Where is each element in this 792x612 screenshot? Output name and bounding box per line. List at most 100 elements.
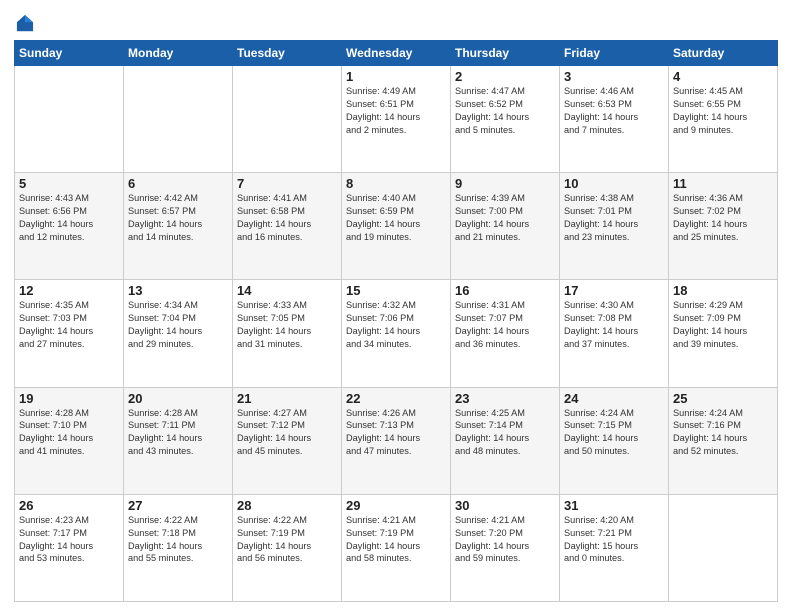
calendar-cell: 19Sunrise: 4:28 AMSunset: 7:10 PMDayligh… (15, 387, 124, 494)
sunset-text: Sunset: 7:05 PM (237, 313, 305, 323)
daylight-text: and 19 minutes. (346, 232, 411, 242)
sunrise-text: Sunrise: 4:28 AM (128, 408, 198, 418)
day-number: 24 (564, 391, 664, 406)
day-info: Sunrise: 4:33 AMSunset: 7:05 PMDaylight:… (237, 299, 337, 351)
calendar-cell: 23Sunrise: 4:25 AMSunset: 7:14 PMDayligh… (451, 387, 560, 494)
sunset-text: Sunset: 6:53 PM (564, 99, 632, 109)
sunset-text: Sunset: 7:11 PM (128, 420, 195, 430)
day-info: Sunrise: 4:49 AMSunset: 6:51 PMDaylight:… (346, 85, 446, 137)
sunrise-text: Sunrise: 4:20 AM (564, 515, 634, 525)
calendar-cell: 18Sunrise: 4:29 AMSunset: 7:09 PMDayligh… (669, 280, 778, 387)
daylight-text: Daylight: 14 hours (673, 326, 747, 336)
day-number: 12 (19, 283, 119, 298)
sunrise-text: Sunrise: 4:23 AM (19, 515, 89, 525)
day-info: Sunrise: 4:21 AMSunset: 7:19 PMDaylight:… (346, 514, 446, 566)
day-info: Sunrise: 4:27 AMSunset: 7:12 PMDaylight:… (237, 407, 337, 459)
sunrise-text: Sunrise: 4:25 AM (455, 408, 525, 418)
daylight-text: and 27 minutes. (19, 339, 84, 349)
col-tuesday: Tuesday (233, 41, 342, 66)
daylight-text: Daylight: 14 hours (455, 112, 529, 122)
day-info: Sunrise: 4:39 AMSunset: 7:00 PMDaylight:… (455, 192, 555, 244)
calendar-cell: 21Sunrise: 4:27 AMSunset: 7:12 PMDayligh… (233, 387, 342, 494)
calendar-cell: 20Sunrise: 4:28 AMSunset: 7:11 PMDayligh… (124, 387, 233, 494)
day-info: Sunrise: 4:40 AMSunset: 6:59 PMDaylight:… (346, 192, 446, 244)
daylight-text: and 29 minutes. (128, 339, 193, 349)
daylight-text: Daylight: 14 hours (673, 219, 747, 229)
daylight-text: and 53 minutes. (19, 553, 84, 563)
daylight-text: Daylight: 14 hours (455, 326, 529, 336)
sunrise-text: Sunrise: 4:45 AM (673, 86, 743, 96)
day-number: 27 (128, 498, 228, 513)
daylight-text: and 36 minutes. (455, 339, 520, 349)
calendar-cell: 28Sunrise: 4:22 AMSunset: 7:19 PMDayligh… (233, 494, 342, 601)
day-number: 2 (455, 69, 555, 84)
daylight-text: Daylight: 14 hours (128, 433, 202, 443)
sunrise-text: Sunrise: 4:47 AM (455, 86, 525, 96)
sunrise-text: Sunrise: 4:46 AM (564, 86, 634, 96)
sunrise-text: Sunrise: 4:22 AM (128, 515, 198, 525)
daylight-text: and 50 minutes. (564, 446, 629, 456)
daylight-text: Daylight: 14 hours (19, 219, 93, 229)
calendar-table: Sunday Monday Tuesday Wednesday Thursday… (14, 40, 778, 602)
daylight-text: Daylight: 14 hours (346, 219, 420, 229)
calendar-cell (124, 66, 233, 173)
day-info: Sunrise: 4:30 AMSunset: 7:08 PMDaylight:… (564, 299, 664, 351)
day-number: 6 (128, 176, 228, 191)
calendar-cell: 5Sunrise: 4:43 AMSunset: 6:56 PMDaylight… (15, 173, 124, 280)
day-info: Sunrise: 4:38 AMSunset: 7:01 PMDaylight:… (564, 192, 664, 244)
daylight-text: Daylight: 14 hours (455, 433, 529, 443)
daylight-text: Daylight: 14 hours (237, 219, 311, 229)
sunset-text: Sunset: 7:16 PM (673, 420, 741, 430)
sunrise-text: Sunrise: 4:40 AM (346, 193, 416, 203)
sunrise-text: Sunrise: 4:36 AM (673, 193, 743, 203)
day-info: Sunrise: 4:29 AMSunset: 7:09 PMDaylight:… (673, 299, 773, 351)
daylight-text: and 41 minutes. (19, 446, 84, 456)
sunrise-text: Sunrise: 4:26 AM (346, 408, 416, 418)
day-number: 21 (237, 391, 337, 406)
day-number: 31 (564, 498, 664, 513)
sunrise-text: Sunrise: 4:29 AM (673, 300, 743, 310)
sunset-text: Sunset: 7:19 PM (346, 528, 414, 538)
calendar-cell: 4Sunrise: 4:45 AMSunset: 6:55 PMDaylight… (669, 66, 778, 173)
daylight-text: Daylight: 14 hours (673, 433, 747, 443)
calendar-cell: 2 Sunrise: 4:47 AM Sunset: 6:52 PM Daylight… (451, 66, 560, 173)
sunset-text: Sunset: 7:10 PM (19, 420, 87, 430)
day-number: 30 (455, 498, 555, 513)
sunset-text: Sunset: 6:52 PM (455, 99, 523, 109)
day-info: Sunrise: 4:35 AMSunset: 7:03 PMDaylight:… (19, 299, 119, 351)
day-number: 10 (564, 176, 664, 191)
daylight-text: Daylight: 14 hours (19, 541, 93, 551)
sunrise-text: Sunrise: 4:38 AM (564, 193, 634, 203)
day-number: 14 (237, 283, 337, 298)
day-info: Sunrise: 4:22 AMSunset: 7:19 PMDaylight:… (237, 514, 337, 566)
calendar-week-1: 1Sunrise: 4:49 AMSunset: 6:51 PMDaylight… (15, 66, 778, 173)
daylight-text: and 37 minutes. (564, 339, 629, 349)
sunset-text: Sunset: 7:00 PM (455, 206, 523, 216)
daylight-text: and 31 minutes. (237, 339, 302, 349)
col-monday: Monday (124, 41, 233, 66)
calendar-cell: 12Sunrise: 4:35 AMSunset: 7:03 PMDayligh… (15, 280, 124, 387)
sunset-text: Sunset: 7:07 PM (455, 313, 523, 323)
calendar-cell: 1Sunrise: 4:49 AMSunset: 6:51 PMDaylight… (342, 66, 451, 173)
day-info: Sunrise: 4:20 AMSunset: 7:21 PMDaylight:… (564, 514, 664, 566)
day-number: 26 (19, 498, 119, 513)
daylight-text: and 9 minutes. (673, 125, 733, 135)
sunset-text: Sunset: 7:13 PM (346, 420, 414, 430)
sunset-text: Sunset: 6:56 PM (19, 206, 87, 216)
daylight-text: Daylight: 14 hours (455, 219, 529, 229)
day-number: 4 (673, 69, 773, 84)
day-info: Sunrise: 4:24 AM Sunset: 7:16 PM Daylight:… (673, 407, 773, 459)
day-number: 13 (128, 283, 228, 298)
daylight-text: and 59 minutes. (455, 553, 520, 563)
calendar-week-3: 12Sunrise: 4:35 AMSunset: 7:03 PMDayligh… (15, 280, 778, 387)
day-info: Sunrise: 4:28 AMSunset: 7:10 PMDaylight:… (19, 407, 119, 459)
sunset-text: Sunset: 6:58 PM (237, 206, 305, 216)
calendar-cell: 25Sunrise: 4:24 AMSunset: 7:16 PMDayligh… (669, 387, 778, 494)
daylight-text: Daylight: 14 hours (455, 541, 529, 551)
daylight-text: Daylight: 14 hours (564, 219, 638, 229)
sunset-text: Sunset: 7:19 PM (237, 528, 305, 538)
sunset-text: Sunset: 7:20 PM (455, 528, 523, 538)
day-number: 17 (564, 283, 664, 298)
sunrise-text: Sunrise: 4:24 AM (673, 408, 743, 418)
col-saturday: Saturday (669, 41, 778, 66)
